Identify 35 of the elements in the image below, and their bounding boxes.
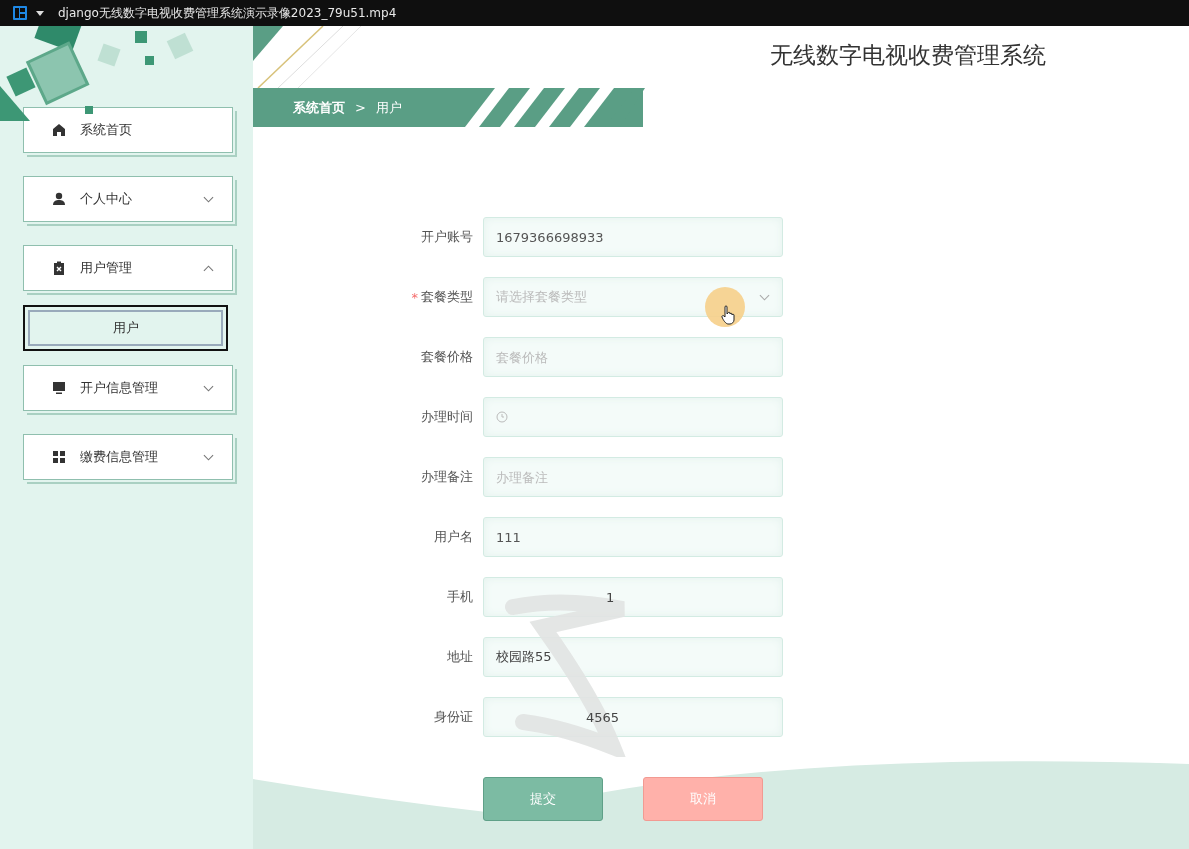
grid-icon (52, 450, 66, 464)
field-label: 办理时间 (421, 408, 473, 426)
person-icon (52, 192, 66, 206)
field-label: 用户名 (434, 528, 473, 546)
chevron-down-icon (203, 195, 214, 203)
field-label: 手机 (447, 588, 473, 606)
monitor-icon (52, 381, 66, 395)
chevron-down-icon (203, 453, 214, 461)
required-mark: * (411, 289, 418, 305)
field-label: 身份证 (434, 708, 473, 726)
input-field[interactable]: 校园路55 (483, 637, 783, 677)
input-field[interactable]: 1679366698933 (483, 217, 783, 257)
field-label: 地址 (447, 648, 473, 666)
chevron-up-icon (203, 264, 214, 272)
app-icon[interactable] (12, 5, 28, 21)
page-title: 无线数字电视收费管理系统 (770, 41, 1046, 70)
caret-icon[interactable] (36, 10, 44, 16)
input-field[interactable]: 套餐价格 (483, 337, 783, 377)
hand-cursor-icon (721, 305, 735, 325)
window-title: django无线数字电视收费管理系统演示录像2023_79u51.mp4 (58, 4, 397, 22)
field-label: 开户账号 (421, 228, 473, 246)
chevron-down-icon (203, 384, 214, 392)
input-field[interactable]: 办理备注 (483, 457, 783, 497)
date-field[interactable] (483, 397, 783, 437)
input-field[interactable]: 111 (483, 517, 783, 557)
breadcrumb-current: 用户 (375, 98, 402, 117)
breadcrumb-separator: > (355, 100, 366, 115)
field-label: 办理备注 (421, 468, 473, 486)
clipboard-icon (52, 261, 66, 275)
field-label: 套餐类型 (421, 288, 473, 306)
clock-icon (496, 411, 508, 423)
field-label: 套餐价格 (421, 348, 473, 366)
chevron-down-icon (759, 293, 770, 301)
submenu-item[interactable]: 用户 (23, 305, 228, 351)
home-icon (52, 123, 66, 137)
